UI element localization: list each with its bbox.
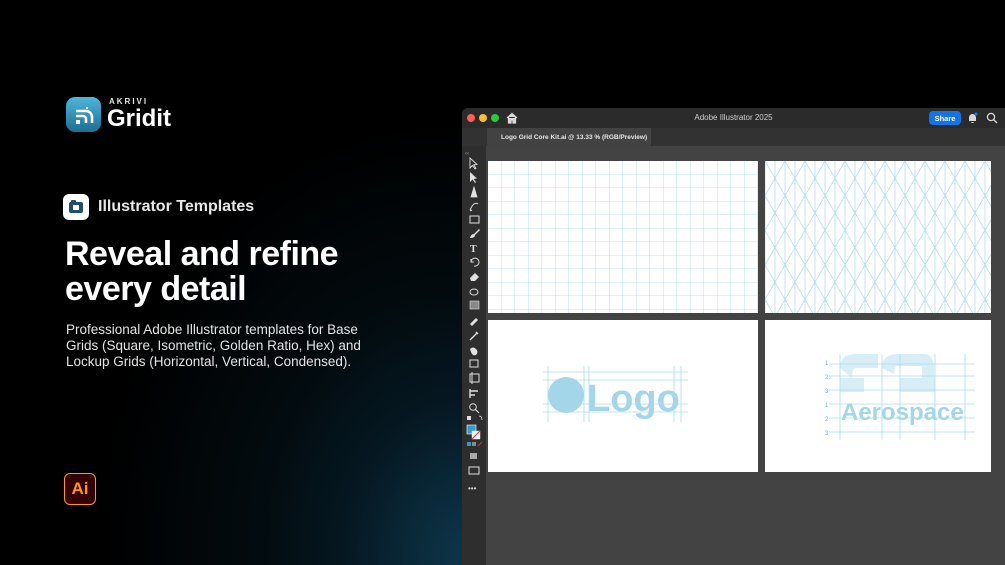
brush-tool-icon[interactable] [470, 229, 480, 238]
type-tool-icon[interactable]: T [470, 244, 477, 255]
grid-number: 1 [825, 403, 829, 409]
default-colors-icon[interactable] [467, 416, 471, 420]
logo-lockup-artboard[interactable]: Logo [488, 320, 758, 472]
isometric-grid-artboard[interactable] [765, 161, 991, 313]
search-icon[interactable] [986, 112, 998, 124]
headline: Reveal and refine every detail [65, 237, 445, 307]
square-grid [488, 161, 758, 313]
blend-tool-icon[interactable] [469, 331, 479, 341]
drawing-mode-icon[interactable] [470, 453, 477, 459]
illustrator-icon: Ai [64, 473, 96, 505]
curvature-tool-icon[interactable] [469, 202, 479, 212]
pen-tool-icon[interactable] [470, 185, 478, 198]
title-bar: Adobe Illustrator 2025 Share [462, 108, 1005, 128]
tools-icons: ‹‹ T ••• [465, 151, 483, 493]
grid-number: 3 [825, 389, 829, 395]
grid-number: 1 [825, 361, 829, 367]
swap-colors-icon[interactable] [478, 415, 483, 421]
isometric-grid [765, 161, 991, 313]
headline-line-2: every detail [65, 270, 247, 308]
share-button[interactable]: Share [929, 111, 961, 125]
eraser-tool-icon[interactable] [470, 273, 479, 281]
selection-tool-icon[interactable] [469, 156, 478, 170]
grid-number: 3 [825, 431, 829, 437]
gradient-tool-icon[interactable] [469, 300, 480, 310]
artboard-tool-icon[interactable] [469, 372, 480, 384]
notification-bell-icon[interactable] [967, 112, 978, 124]
brand-name: Gridit [107, 105, 171, 132]
template-icon [63, 194, 89, 220]
shape-builder-tool-icon[interactable] [469, 288, 479, 296]
grid-number: 2 [825, 417, 829, 423]
headline-line-1: Reveal and refine [65, 235, 339, 273]
color-mode-icon[interactable] [467, 442, 471, 446]
direct-selection-tool-icon[interactable] [470, 172, 477, 183]
tools-panel: ‹‹ T ••• [462, 146, 486, 565]
illustrator-window: Adobe Illustrator 2025 Share × Logo Grid… [462, 108, 1005, 565]
aerospace-wordmark: Aerospace [841, 399, 964, 426]
more-tools-icon[interactable]: ••• [468, 484, 477, 493]
grid-number: 2 [825, 375, 829, 381]
brand-lockup: AKRIVI Gridit [66, 97, 171, 132]
app-title: Adobe Illustrator 2025 [694, 113, 773, 122]
document-tab[interactable]: Logo Grid Core Kit.ai @ 13.33 % (RGB/Pre… [487, 128, 651, 146]
symbol-sprayer-icon[interactable] [469, 359, 479, 368]
wordmark-lockup-artboard[interactable]: Aerospace 1 2 3 1 2 3 [765, 320, 991, 472]
template-badge: Illustrator Templates [63, 194, 254, 220]
screen-mode-icon[interactable] [468, 466, 480, 475]
wordmark-lockup-grid: Aerospace 1 2 3 1 2 3 [825, 354, 975, 440]
align-tool-icon[interactable] [469, 389, 478, 398]
document-tab-label: Logo Grid Core Kit.ai @ 13.33 % (RGB/Pre… [501, 133, 648, 141]
symbol-tool-icon[interactable] [470, 347, 478, 356]
square-grid-artboard[interactable] [488, 161, 758, 313]
document-tab-bar: × Logo Grid Core Kit.ai @ 13.33 % (RGB/P… [462, 128, 1005, 146]
logo-lockup-grid: Logo [543, 366, 688, 422]
eyedropper-tool-icon[interactable] [470, 318, 478, 326]
gridit-logo-icon [66, 97, 101, 132]
rectangle-tool-icon[interactable] [469, 215, 480, 224]
description: Professional Adobe Illustrator templates… [66, 322, 361, 369]
rotate-tool-icon[interactable] [470, 257, 480, 267]
badge-label: Illustrator Templates [98, 198, 255, 215]
logo-wordmark: Logo [587, 378, 680, 420]
zoom-tool-icon[interactable] [469, 403, 477, 411]
svg-text:‹‹: ‹‹ [465, 151, 469, 157]
